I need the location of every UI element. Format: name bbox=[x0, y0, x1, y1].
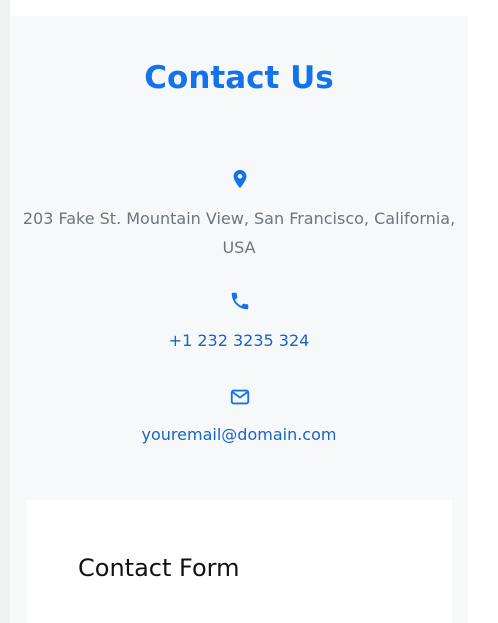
contact-form-title: Contact Form bbox=[78, 554, 240, 582]
phone-link[interactable]: +1 232 3235 324 bbox=[10, 330, 468, 352]
contact-form-card: Contact Form bbox=[27, 500, 452, 623]
email-link[interactable]: youremail@domain.com bbox=[10, 424, 468, 446]
map-pin-icon bbox=[229, 168, 251, 190]
left-strip bbox=[0, 0, 10, 623]
page-title: Contact Us bbox=[144, 60, 334, 96]
right-white-strip bbox=[468, 0, 498, 623]
phone-icon bbox=[229, 290, 251, 312]
contact-section: Contact Us 203 Fake St. Mountain View, S… bbox=[10, 16, 468, 623]
address-text: 203 Fake St. Mountain View, San Francisc… bbox=[22, 209, 456, 257]
top-white-strip bbox=[10, 0, 468, 16]
mail-icon bbox=[229, 386, 251, 408]
